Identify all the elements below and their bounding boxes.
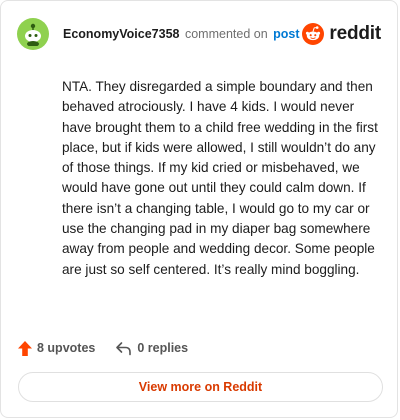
action-text: commented on: [184, 27, 268, 41]
reddit-brand-link[interactable]: reddit: [302, 23, 381, 45]
upvotes-stat[interactable]: 8 upvotes: [18, 340, 96, 356]
replies-stat[interactable]: 0 replies: [115, 341, 188, 356]
username-link[interactable]: EconomyVoice7358: [63, 27, 180, 41]
avatar[interactable]: [17, 18, 49, 50]
embedded-comment-card: EconomyVoice7358 commented on post reddi…: [0, 0, 398, 418]
upvote-arrow-icon: [18, 340, 32, 356]
comment-header: EconomyVoice7358 commented on post reddi…: [17, 17, 381, 51]
post-link[interactable]: post: [273, 27, 299, 41]
view-more-button[interactable]: View more on Reddit: [18, 372, 383, 402]
upvotes-count: 8 upvotes: [37, 341, 96, 355]
comment-footer: 8 upvotes 0 replies: [18, 337, 188, 359]
replies-count: 0 replies: [137, 341, 189, 355]
comment-meta: EconomyVoice7358 commented on post: [63, 27, 300, 41]
reddit-wordmark: reddit: [329, 23, 381, 44]
snoo-avatar-icon: [25, 23, 41, 46]
reddit-logo-icon: [302, 23, 325, 45]
reply-arrow-icon: [116, 341, 132, 355]
comment-body: NTA. They disregarded a simple boundary …: [62, 79, 378, 277]
